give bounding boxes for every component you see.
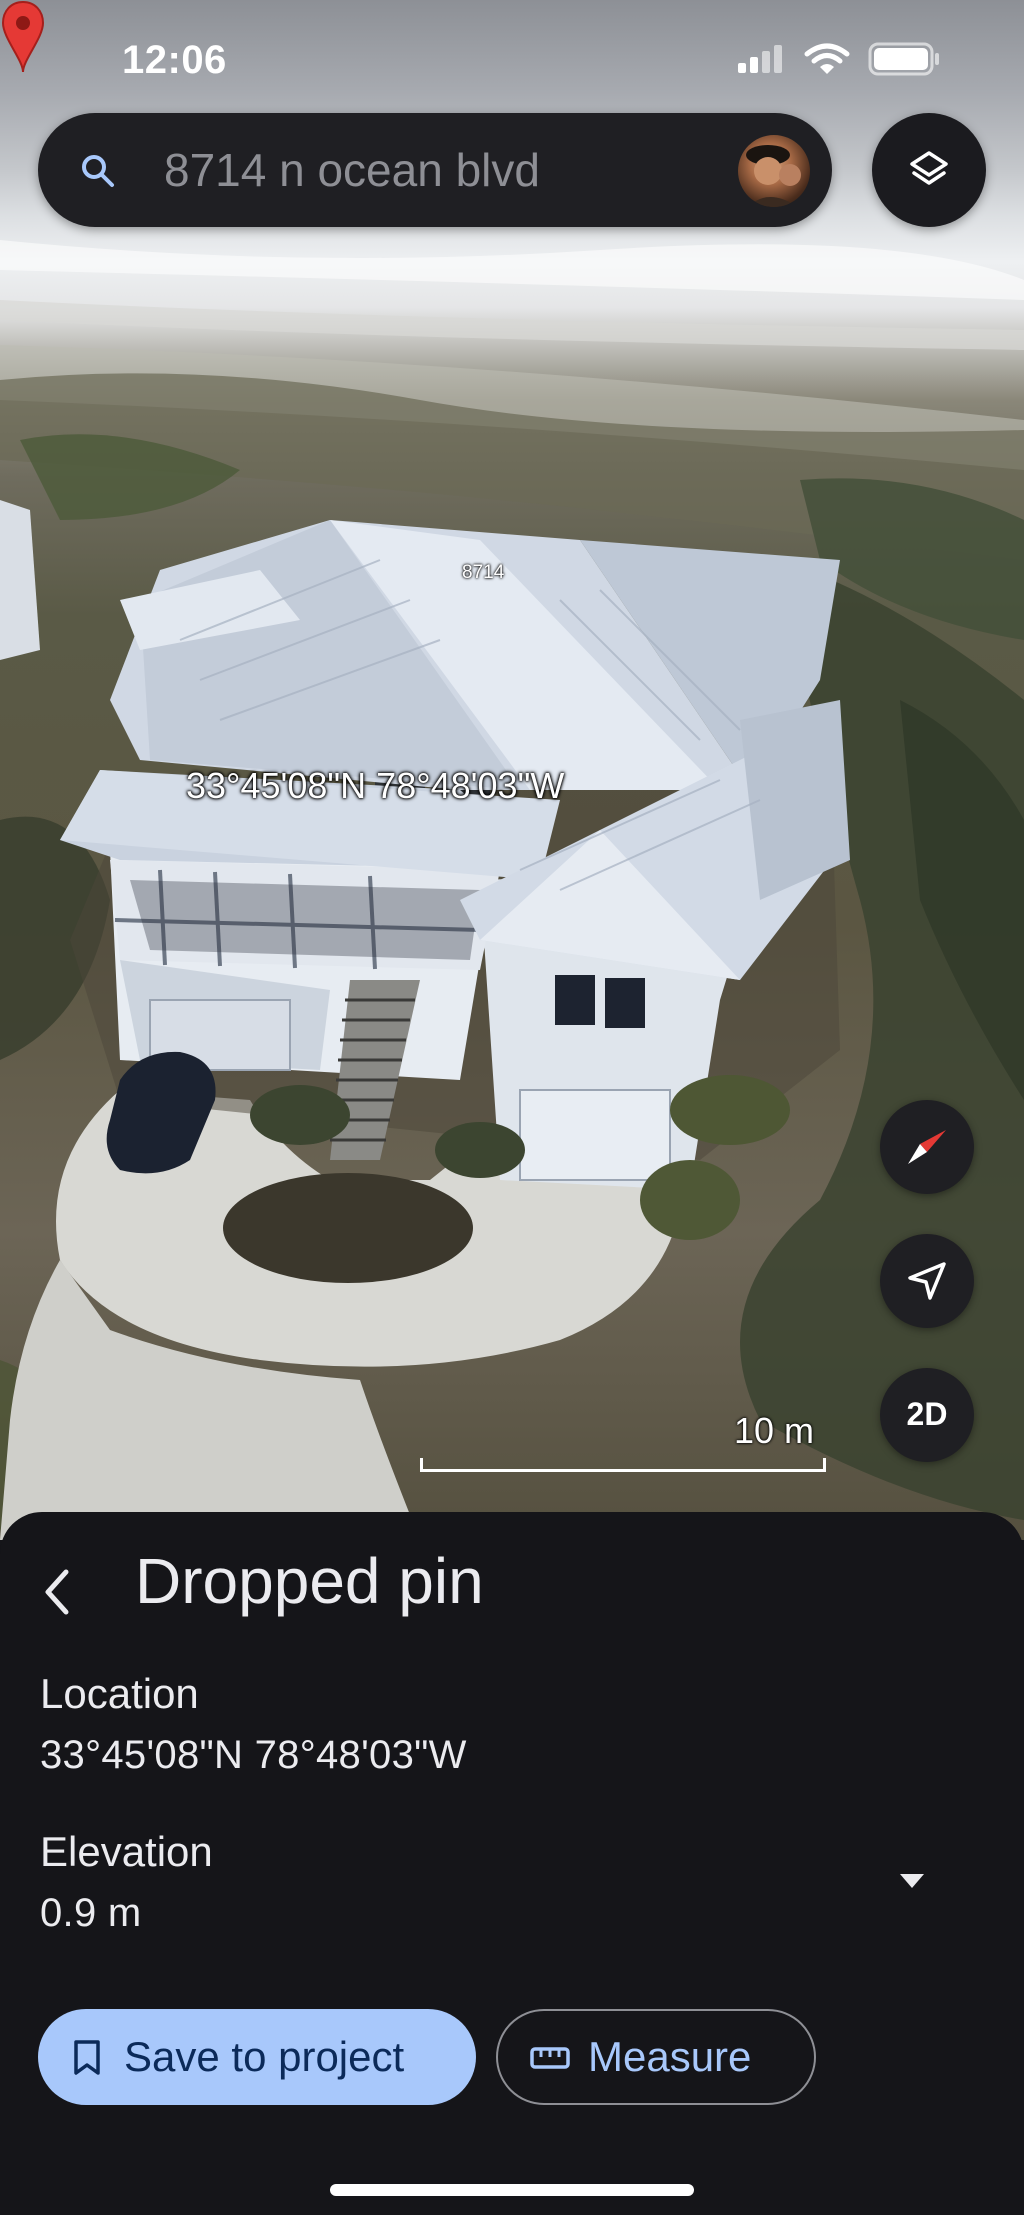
battery-icon <box>868 42 939 76</box>
avatar[interactable] <box>738 135 810 207</box>
dropped-pin-sheet: Dropped pin Location 33°45'08"N 78°48'03… <box>0 1512 1024 2215</box>
chevron-left-icon <box>45 1569 69 1615</box>
status-bar: 12:06 <box>0 0 1024 120</box>
location-label: Location <box>40 1670 199 1717</box>
scale-line <box>420 1458 826 1472</box>
elevation-value: 0.9 m <box>40 1891 142 1935</box>
wifi-icon <box>804 43 850 74</box>
navigation-arrow-icon <box>908 1262 946 1300</box>
search-input[interactable]: 8714 n ocean blvd <box>164 143 540 197</box>
elevation-label: Elevation <box>40 1828 213 1875</box>
search-bar[interactable]: 8714 n ocean blvd <box>38 113 832 227</box>
compass-icon <box>908 1130 946 1164</box>
sheet-title: Dropped pin <box>135 1545 484 1617</box>
compass-button[interactable] <box>880 1100 974 1194</box>
my-location-button[interactable] <box>880 1234 974 1328</box>
bookmark-icon <box>74 2040 100 2075</box>
scale-label: 10 m <box>733 1410 814 1451</box>
layers-button[interactable] <box>872 113 986 227</box>
caret-down-icon[interactable] <box>888 1862 936 1898</box>
satellite-map[interactable]: 8714 33°45'08"N 78°48'03"W 2D 10 m <box>0 0 1024 1540</box>
measure-label: Measure <box>588 2033 752 2080</box>
location-value: 33°45'08"N 78°48'03"W <box>40 1733 467 1777</box>
measure-button[interactable]: Measure <box>496 2009 816 2105</box>
layers-icon <box>910 151 948 185</box>
pin-coordinates-label: 33°45'08"N 78°48'03"W <box>186 765 565 806</box>
cellular-signal-icon <box>738 45 782 73</box>
save-to-project-button[interactable]: Save to project <box>38 2009 476 2105</box>
ruler-icon <box>530 2047 570 2069</box>
google-earth-screen: 8714 33°45'08"N 78°48'03"W 2D 10 m 12:06 <box>0 0 1024 2215</box>
map-scale-bar: 10 m <box>420 1410 828 1472</box>
view-2d-toggle[interactable]: 2D <box>880 1368 974 1462</box>
search-icon <box>82 155 114 187</box>
home-indicator[interactable] <box>330 2184 694 2196</box>
back-button[interactable] <box>28 1552 88 1632</box>
avatar-image <box>746 145 801 207</box>
house-number-label: 8714 <box>462 562 505 583</box>
status-time: 12:06 <box>122 38 227 82</box>
status-icons <box>738 42 942 76</box>
save-to-project-label: Save to project <box>124 2033 405 2080</box>
view-2d-label: 2D <box>906 1396 948 1432</box>
